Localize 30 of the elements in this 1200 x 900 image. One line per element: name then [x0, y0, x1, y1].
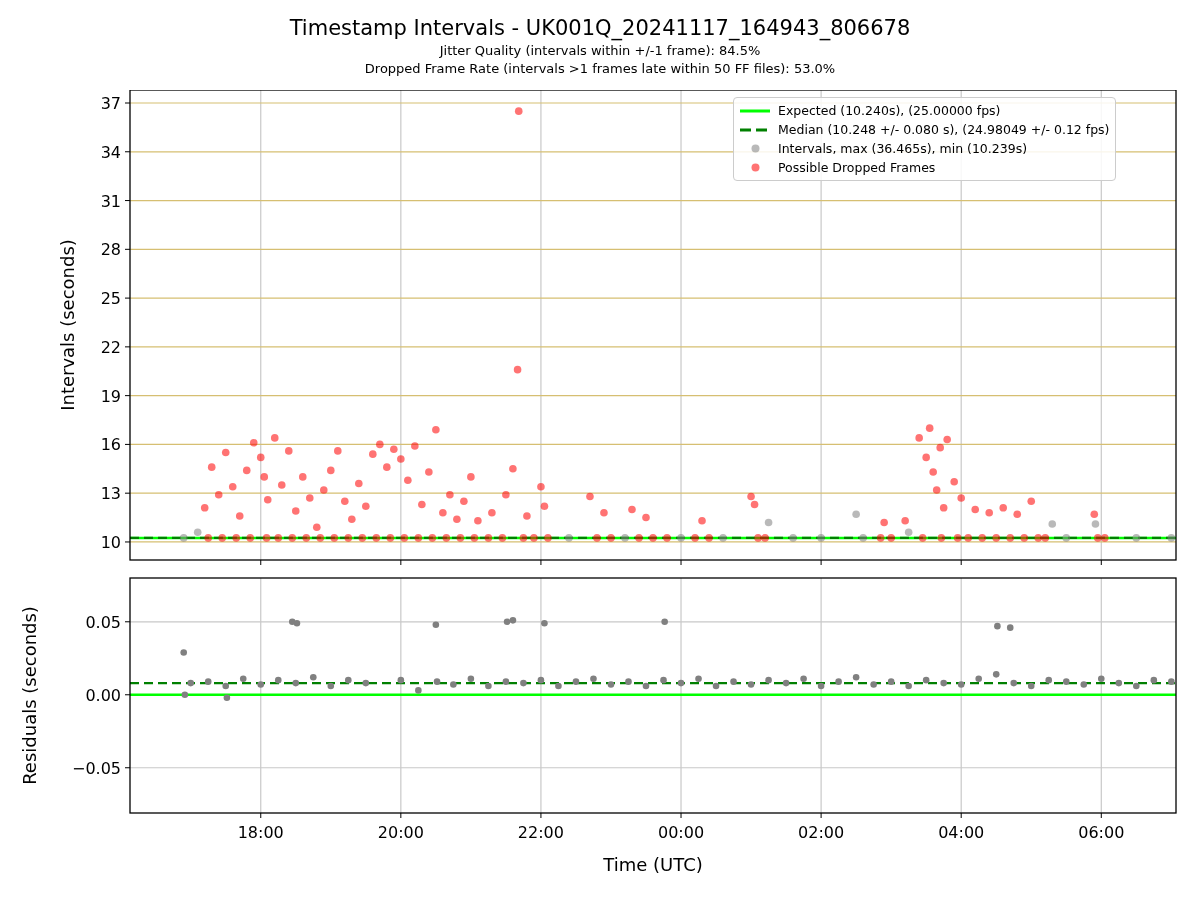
axis-title: Time (UTC) [603, 854, 703, 875]
tick-label: 02:00 [798, 823, 845, 842]
tick-label: 18:00 [237, 823, 284, 842]
chart-subtitle: Jitter Quality (intervals within +/-1 frame): 84.5% [439, 42, 761, 60]
tick-label: 28 [100, 240, 121, 260]
tick-label: 19 [100, 386, 121, 406]
tick-label: 37 [100, 94, 121, 113]
tick-label: 16 [100, 435, 121, 455]
chart-subtitle: Dropped Frame Rate (intervals >1 frames late within 50 FF files): 53.0% [364, 60, 836, 78]
tick-label: 0.05 [85, 612, 121, 632]
chart-title: Timestamp Intervals - UK001Q_20241117_164943_806678 [289, 15, 911, 42]
legend-label: Intervals, max (36.465s), min (10.239s) [778, 141, 1028, 156]
tick-label: 25 [100, 289, 121, 309]
tick-label: 04:00 [938, 823, 985, 842]
tick-label: 20:00 [377, 823, 424, 842]
tick-label: 34 [100, 142, 121, 162]
legend-label: Possible Dropped Frames [778, 160, 936, 175]
tick-label: 22:00 [517, 823, 564, 842]
tick-label: 13 [100, 484, 121, 504]
tick-label: 00:00 [657, 823, 705, 842]
legend-label: Expected (10.240s), (25.00000 fps) [778, 103, 1001, 118]
tick-label: 22 [100, 337, 121, 357]
tick-label: −0.05 [71, 758, 121, 778]
tick-label: 10 [100, 532, 121, 552]
legend-label: Median (10.248 +/- 0.080 s), (24.98049 +/- 0.12 fps) [778, 122, 1110, 137]
tick-label: 31 [100, 191, 121, 211]
tick-label: 06:00 [1078, 823, 1125, 842]
axis-title: Intervals (seconds) [57, 239, 78, 411]
tick-label: 0.00 [85, 685, 121, 705]
axis-title: Residuals (seconds) [19, 606, 40, 785]
